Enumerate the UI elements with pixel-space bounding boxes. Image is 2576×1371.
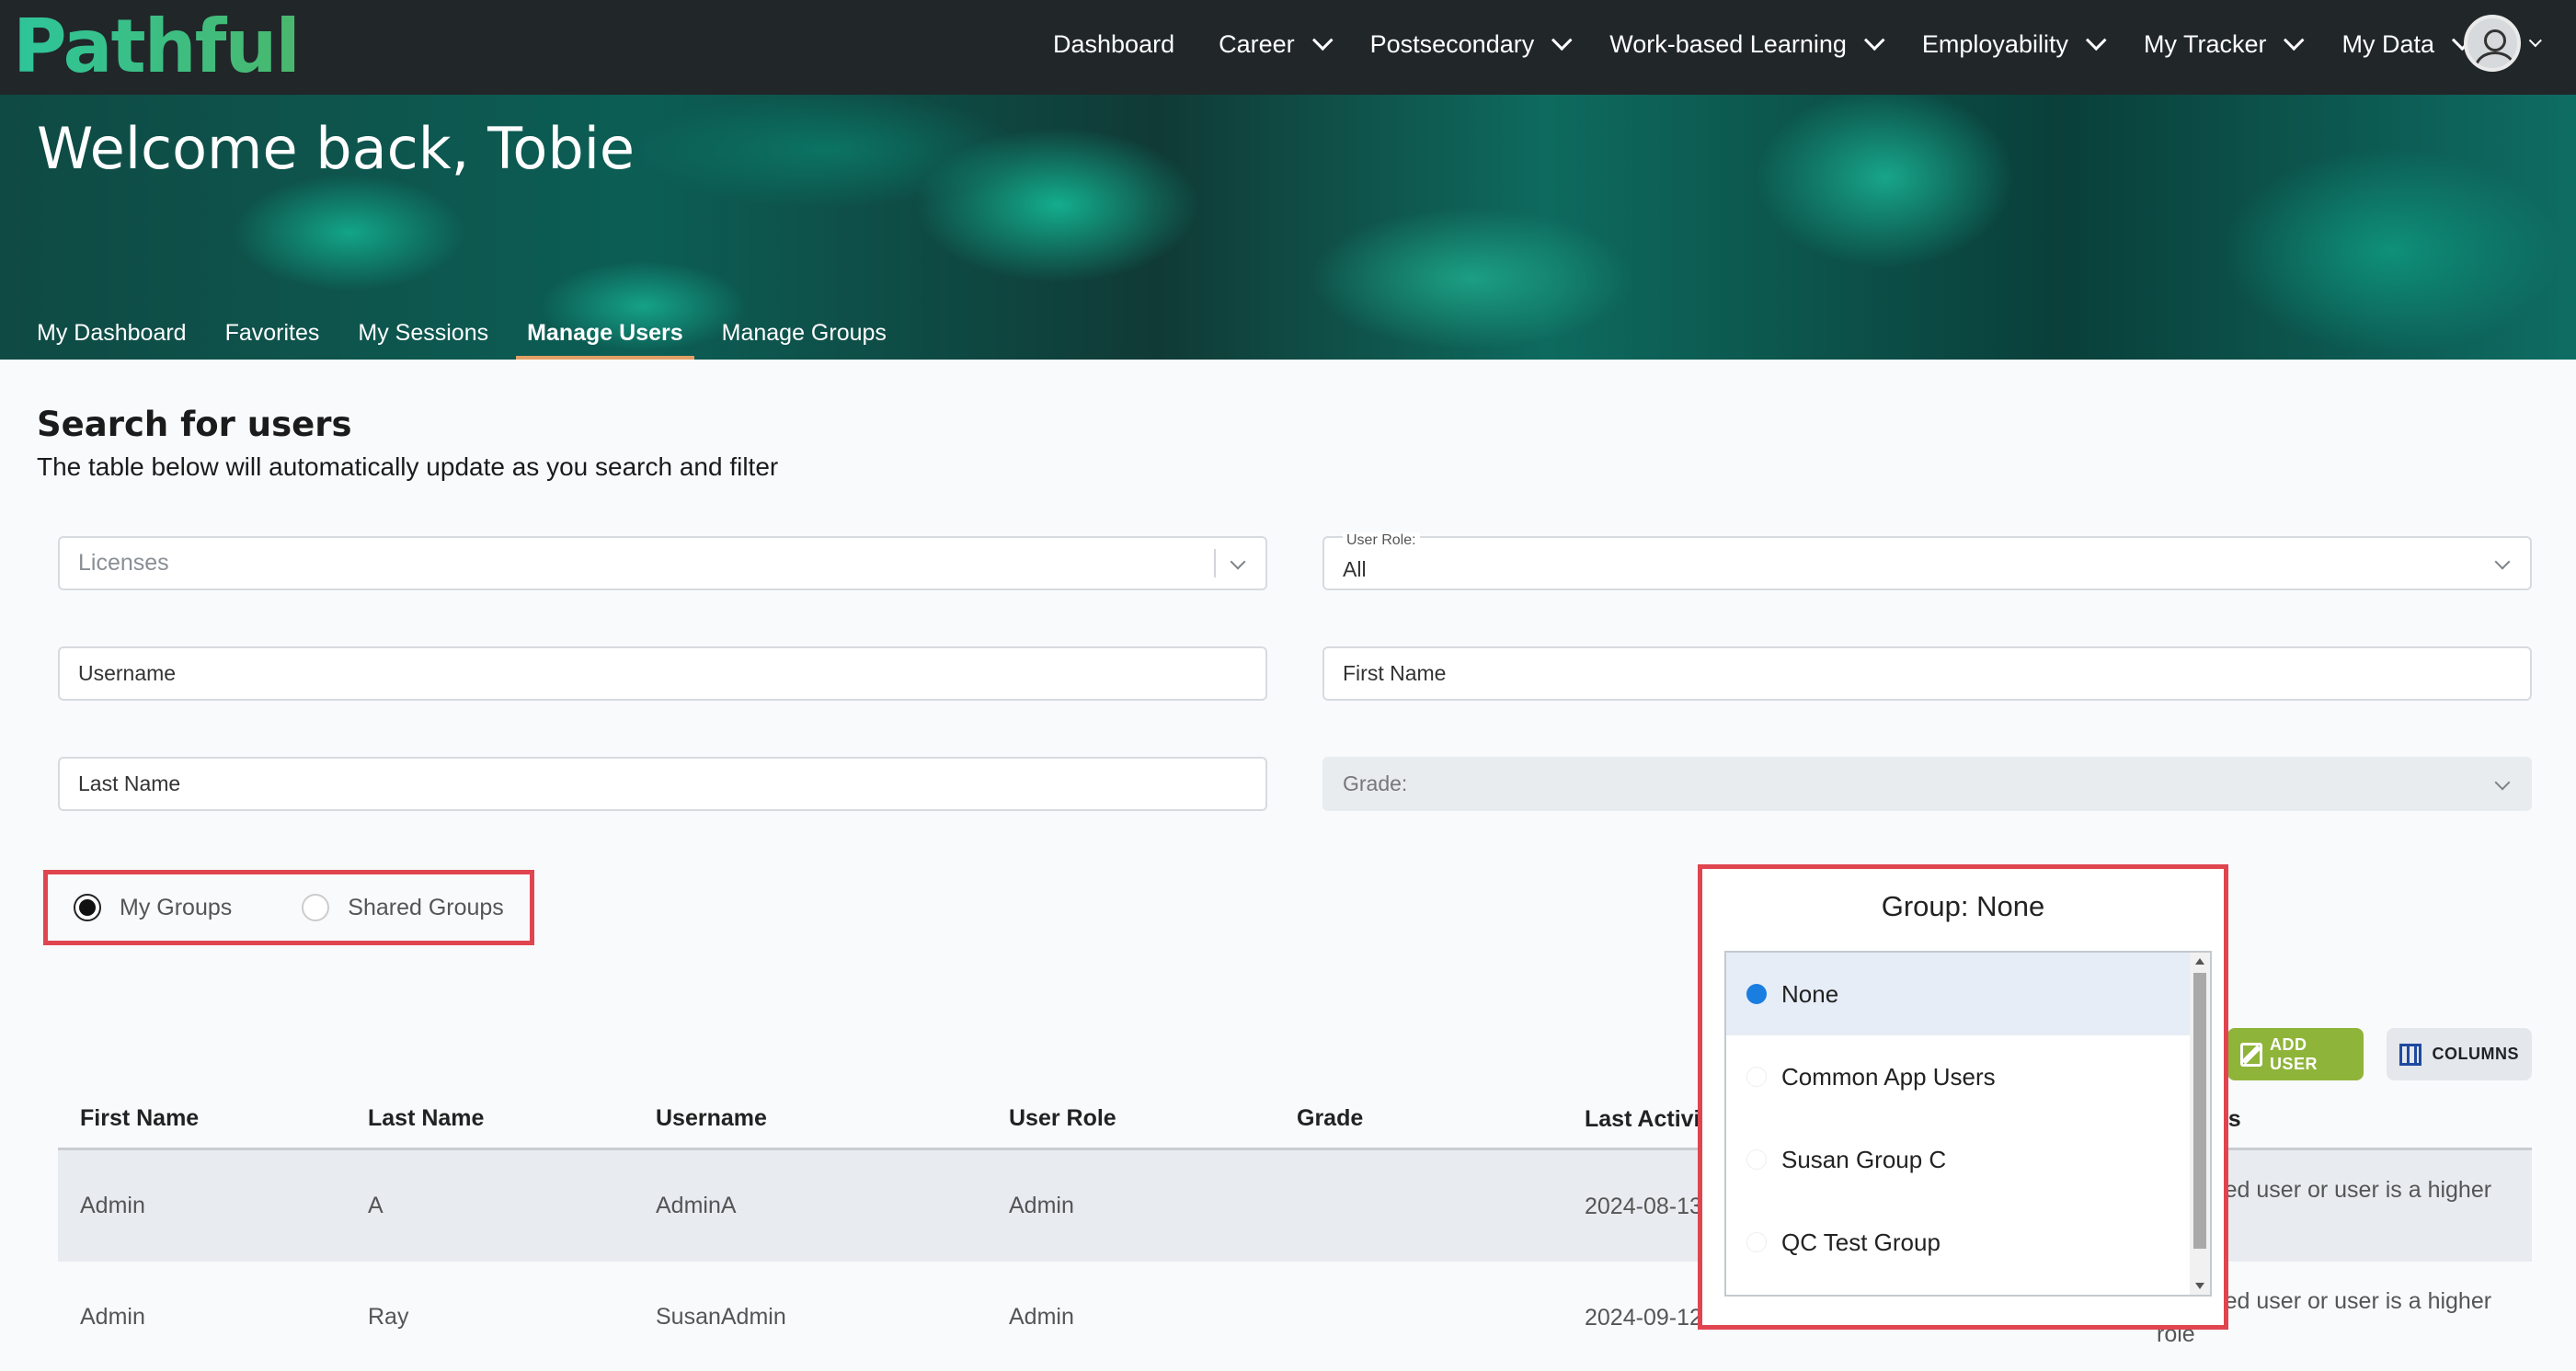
avatar-icon xyxy=(2464,15,2521,72)
my-groups-label[interactable]: My Groups xyxy=(120,895,232,921)
chevron-down-icon xyxy=(2494,774,2511,791)
chevron-down-icon xyxy=(1311,29,1334,51)
col-first-name[interactable]: First Name xyxy=(58,1105,346,1132)
col-user-role[interactable]: User Role xyxy=(987,1105,1275,1132)
edit-icon xyxy=(2240,1042,2262,1067)
nav-label: My Data xyxy=(2341,29,2434,58)
user-menu[interactable] xyxy=(2464,15,2542,72)
cell-username: AdminA xyxy=(656,1193,737,1218)
nav-career[interactable]: Career xyxy=(1219,29,1334,59)
chevron-down-icon xyxy=(1551,29,1573,51)
username-field[interactable]: Username xyxy=(58,646,1267,701)
tab-my-dashboard[interactable]: My Dashboard xyxy=(37,306,187,360)
columns-icon xyxy=(2399,1043,2421,1066)
nav-dashboard[interactable]: Dashboard xyxy=(1053,30,1174,59)
user-role-value: All xyxy=(1343,557,1367,581)
nav-postsecondary[interactable]: Postsecondary xyxy=(1369,29,1573,59)
select-separator xyxy=(1214,549,1216,577)
grade-placeholder: Grade: xyxy=(1343,771,1408,795)
tab-my-sessions[interactable]: My Sessions xyxy=(358,306,488,360)
nav-label: Work-based Learning xyxy=(1609,29,1847,58)
col-last-name[interactable]: Last Name xyxy=(346,1105,634,1132)
welcome-title: Welcome back, Tobie xyxy=(37,115,635,182)
cell-last-name: A xyxy=(368,1193,384,1218)
first-name-placeholder: First Name xyxy=(1343,661,1447,685)
add-user-label: ADD USER xyxy=(2269,1034,2318,1073)
groups-toggle: My Groups Shared Groups xyxy=(74,894,504,921)
nav-label: Career xyxy=(1219,29,1295,58)
user-role-label: User Role: xyxy=(1343,532,1420,549)
user-role-select[interactable]: User Role: All xyxy=(1322,532,2532,590)
chevron-down-icon xyxy=(1230,554,1246,570)
nav-label: Dashboard xyxy=(1053,29,1175,58)
nav-menu: Dashboard Career Postsecondary Work-base… xyxy=(1009,0,2473,88)
group-picker-highlight xyxy=(1698,864,2228,1330)
shared-groups-radio[interactable] xyxy=(302,894,330,921)
last-name-field[interactable]: Last Name xyxy=(58,757,1267,811)
hero-banner: Welcome back, Tobie My Dashboard Favorit… xyxy=(0,95,2576,360)
cell-user-role: Admin xyxy=(1009,1304,1074,1330)
cell-last-name: Ray xyxy=(368,1304,409,1330)
chevron-down-icon xyxy=(2284,29,2306,51)
nav-work-based-learning[interactable]: Work-based Learning xyxy=(1609,29,1885,59)
tab-manage-groups[interactable]: Manage Groups xyxy=(722,306,887,360)
chevron-down-icon xyxy=(2494,554,2511,570)
last-name-placeholder: Last Name xyxy=(78,771,181,795)
columns-button[interactable]: COLUMNS xyxy=(2387,1028,2532,1080)
chevron-down-icon xyxy=(2085,29,2107,51)
nav-my-data[interactable]: My Data xyxy=(2341,29,2473,59)
cell-username: SusanAdmin xyxy=(656,1304,786,1330)
shared-groups-label[interactable]: Shared Groups xyxy=(348,895,504,921)
my-groups-radio[interactable] xyxy=(74,894,101,921)
nav-label: Postsecondary xyxy=(1369,29,1535,58)
cell-user-role: Admin xyxy=(1009,1193,1074,1218)
col-username[interactable]: Username xyxy=(634,1105,987,1132)
col-grade[interactable]: Grade xyxy=(1275,1105,1563,1132)
columns-label: COLUMNS xyxy=(2432,1045,2519,1063)
nav-label: Employability xyxy=(1921,29,2068,58)
nav-employability[interactable]: Employability xyxy=(1921,29,2107,59)
grade-select[interactable]: Grade: xyxy=(1322,757,2532,811)
chevron-down-icon xyxy=(2528,34,2542,48)
add-user-button[interactable]: ADD USER xyxy=(2227,1028,2364,1080)
page-title: Search for users xyxy=(37,405,352,444)
nav-label: My Tracker xyxy=(2143,29,2267,58)
cell-first-name: Admin xyxy=(80,1193,145,1218)
cell-first-name: Admin xyxy=(80,1304,145,1330)
tab-favorites[interactable]: Favorites xyxy=(225,306,320,360)
chevron-down-icon xyxy=(1863,29,1885,51)
licenses-placeholder: Licenses xyxy=(78,550,169,576)
dashboard-tabs: My Dashboard Favorites My Sessions Manag… xyxy=(0,306,2576,360)
first-name-field[interactable]: First Name xyxy=(1322,646,2532,701)
tab-manage-users[interactable]: Manage Users xyxy=(516,306,694,360)
page-subtitle: The table below will automatically updat… xyxy=(37,452,779,481)
nav-my-tracker[interactable]: My Tracker xyxy=(2143,29,2306,59)
top-nav: Pathful Dashboard Career Postsecondary W… xyxy=(0,0,2576,95)
username-placeholder: Username xyxy=(78,661,177,685)
pathful-logo[interactable]: Pathful xyxy=(13,4,301,89)
licenses-select[interactable]: Licenses xyxy=(58,536,1267,590)
